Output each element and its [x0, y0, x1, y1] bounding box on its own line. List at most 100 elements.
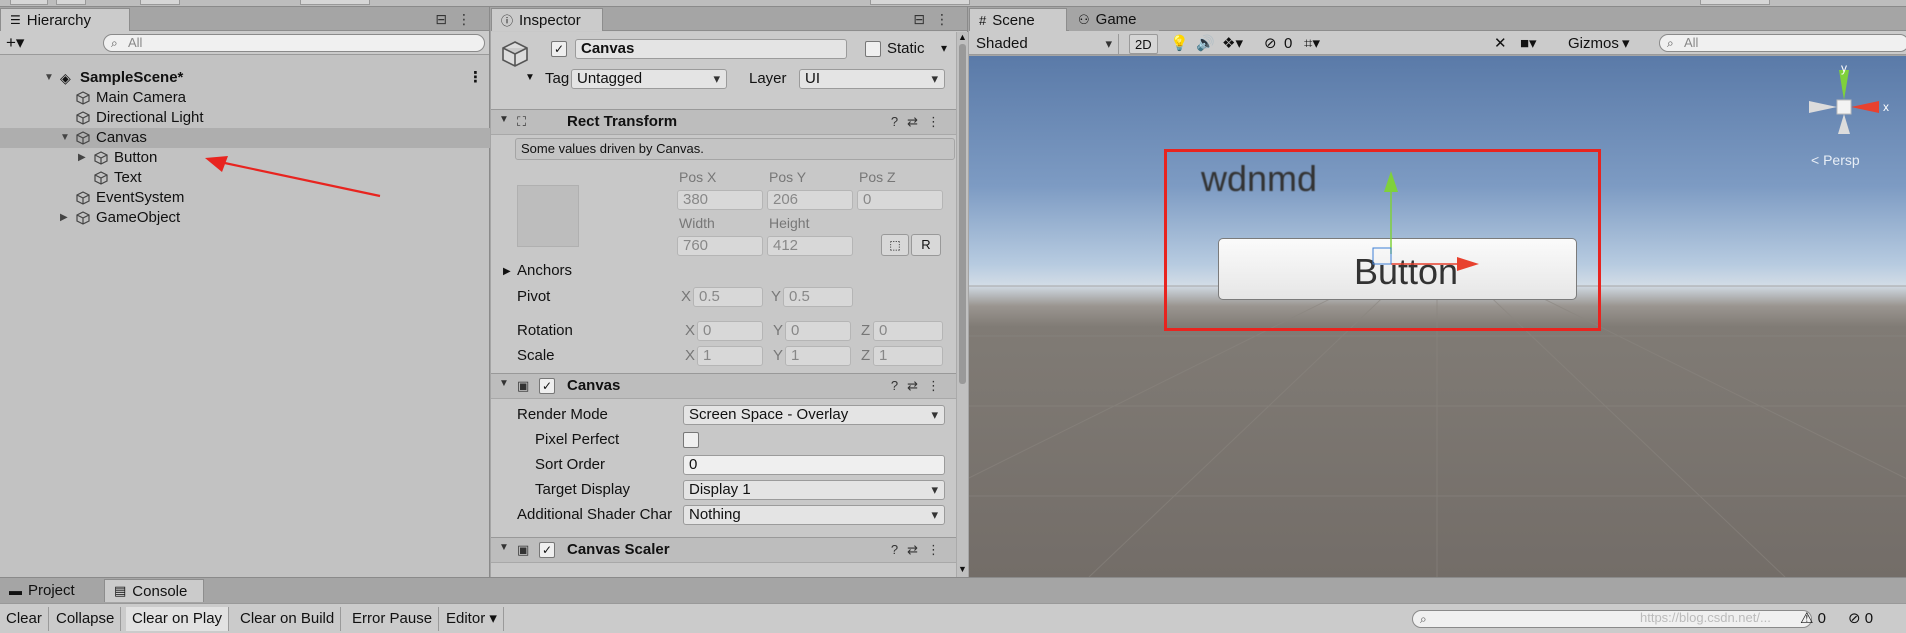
clear-button[interactable]: Clear — [0, 607, 49, 631]
foldout-arrow-icon[interactable]: ▼ — [499, 114, 509, 125]
tree-row-label: Directional Light — [96, 109, 204, 126]
gizmos-dropdown-icon[interactable]: ▾ — [1617, 34, 1635, 54]
expand-arrow-icon[interactable]: ▼ — [44, 68, 54, 88]
rotation-y-field[interactable]: 0 — [785, 321, 851, 341]
render-mode-dropdown[interactable]: Screen Space - Overlay — [683, 405, 945, 425]
tree-row-canvas[interactable]: ▼ Canvas — [0, 128, 490, 148]
toolbar-button[interactable] — [56, 0, 86, 5]
scroll-up-icon[interactable]: ▲ — [958, 32, 967, 42]
scroll-down-icon[interactable]: ▼ — [958, 564, 967, 574]
tools-icon[interactable]: ✕ — [1489, 34, 1512, 54]
warning-count-value: 0 — [1817, 610, 1826, 627]
foldout-arrow-icon[interactable]: ▼ — [499, 378, 509, 389]
scene-viewport[interactable]: wdnmd Button y x < Persp — [969, 56, 1906, 577]
clear-on-play-button[interactable]: Clear on Play — [126, 607, 230, 631]
camera-icon[interactable]: ■▾ — [1515, 34, 1542, 54]
tab-console[interactable]: ▤ Console — [104, 579, 204, 602]
scale-y-field[interactable]: 1 — [785, 346, 851, 366]
component-menu-icons[interactable]: ?⇄⋮ — [891, 542, 949, 558]
raw-edit-button[interactable]: R — [911, 234, 941, 256]
canvas-component-header[interactable]: ▼ ▣ ✓ Canvas ?⇄⋮ — [491, 373, 961, 399]
rotation-x-field[interactable]: 0 — [697, 321, 763, 341]
target-display-dropdown[interactable]: Display 1 — [683, 480, 945, 500]
collapse-button[interactable]: Collapse — [50, 607, 122, 631]
scene-search-input[interactable]: ⌕ All — [1659, 34, 1906, 52]
sort-order-field[interactable]: 0 — [683, 455, 945, 475]
add-object-button[interactable]: +▾ — [6, 33, 24, 53]
blueprint-mode-icon[interactable]: ⬚ — [881, 234, 909, 256]
shader-channels-dropdown[interactable]: Nothing — [683, 505, 945, 525]
tree-row-directional-light[interactable]: Directional Light — [0, 108, 490, 128]
anchors-foldout-icon[interactable]: ▶ — [503, 266, 511, 277]
inspector-scrollbar[interactable]: ▲ ▼ — [956, 32, 968, 577]
audio-icon[interactable]: 🔊 — [1191, 34, 1220, 54]
effects-icon[interactable]: ❖▾ — [1217, 34, 1248, 54]
height-field[interactable]: 412 — [767, 236, 853, 256]
toolbar-button[interactable] — [300, 0, 370, 5]
toolbar-button[interactable] — [140, 0, 180, 5]
tree-row-scene[interactable]: ▼ ◈ SampleScene* ⋮ — [0, 68, 490, 88]
layer-dropdown[interactable]: UI — [799, 69, 945, 89]
active-checkbox[interactable]: ✓ — [551, 41, 567, 57]
inspector-tabbar: ⓘ Inspector ⊟⋮ — [491, 7, 967, 31]
foldout-arrow-icon[interactable]: ▼ — [499, 542, 509, 553]
tag-dropdown[interactable]: Untagged — [571, 69, 727, 89]
rotation-z-field[interactable]: 0 — [873, 321, 943, 341]
tab-hierarchy[interactable]: ☰ Hierarchy — [0, 8, 130, 31]
posy-field[interactable]: 206 — [767, 190, 853, 210]
object-name-field[interactable]: Canvas — [575, 39, 847, 59]
pixel-perfect-checkbox[interactable] — [683, 432, 699, 448]
move-gizmo[interactable] — [1369, 166, 1489, 276]
collapse-arrow-icon[interactable]: ▶ — [60, 208, 68, 228]
posx-field[interactable]: 380 — [677, 190, 763, 210]
panel-menu-icons[interactable]: ⊟⋮ — [913, 11, 959, 28]
static-dropdown-icon[interactable]: ▾ — [941, 41, 947, 55]
error-pause-button[interactable]: Error Pause — [346, 607, 440, 631]
toggle-2d-button[interactable]: 2D — [1129, 34, 1158, 54]
editor-dropdown[interactable]: Editor ▾ — [440, 607, 504, 631]
scrollbar-thumb[interactable] — [959, 44, 966, 384]
toolbar-button[interactable] — [870, 0, 970, 5]
panel-menu-icons[interactable]: ⊟⋮ — [435, 11, 481, 28]
tab-game[interactable]: ⚇ Game — [1069, 8, 1159, 31]
kebab-menu-icon[interactable]: ⋮ — [468, 68, 483, 88]
canvas-scaler-enabled-checkbox[interactable]: ✓ — [539, 542, 555, 558]
tree-row-main-camera[interactable]: Main Camera — [0, 88, 490, 108]
error-count[interactable]: ⊘ 0 — [1848, 607, 1873, 631]
shading-mode-dropdown[interactable]: Shaded — [971, 34, 1119, 54]
target-display-label: Target Display — [535, 481, 631, 498]
width-field[interactable]: 760 — [677, 236, 763, 256]
grid-snap-icon[interactable]: ⌗▾ — [1299, 34, 1325, 54]
rect-transform-header[interactable]: ▼ ⛶ Rect Transform ?⇄⋮ — [491, 109, 961, 135]
scale-z-field[interactable]: 1 — [873, 346, 943, 366]
ui-text-element[interactable]: wdnmd — [1201, 158, 1317, 200]
hierarchy-search-input[interactable]: ⌕ All — [103, 34, 485, 52]
static-checkbox[interactable] — [865, 41, 881, 57]
icon-dropdown-icon[interactable]: ▼ — [525, 72, 535, 83]
expand-arrow-icon[interactable]: ▼ — [60, 128, 70, 148]
axis-y-label: Y — [771, 288, 782, 305]
canvas-scaler-header[interactable]: ▼ ▣ ✓ Canvas Scaler ?⇄⋮ — [491, 537, 961, 563]
tab-scene[interactable]: # Scene — [969, 8, 1067, 31]
orientation-gizmo[interactable]: y x — [1799, 62, 1899, 152]
lighting-icon[interactable]: 💡 — [1165, 34, 1194, 54]
gizmos-label[interactable]: Gizmos — [1563, 34, 1624, 54]
axis-z-label: Z — [861, 322, 871, 339]
tab-inspector[interactable]: ⓘ Inspector — [491, 8, 603, 31]
clear-on-build-button[interactable]: Clear on Build — [234, 607, 342, 631]
tree-row-gameobject[interactable]: ▶ GameObject — [0, 208, 490, 228]
pivot-x-field[interactable]: 0.5 — [693, 287, 763, 307]
component-menu-icons[interactable]: ?⇄⋮ — [891, 378, 949, 394]
toolbar-button[interactable] — [1700, 0, 1770, 5]
collapse-arrow-icon[interactable]: ▶ — [78, 148, 86, 168]
scale-x-field[interactable]: 1 — [697, 346, 763, 366]
posz-field[interactable]: 0 — [857, 190, 943, 210]
canvas-enabled-checkbox[interactable]: ✓ — [539, 378, 555, 394]
pivot-y-field[interactable]: 0.5 — [783, 287, 853, 307]
toolbar-button[interactable] — [10, 0, 48, 5]
component-menu-icons[interactable]: ?⇄⋮ — [891, 114, 949, 130]
warning-count[interactable]: ⚠ 0 — [1800, 607, 1826, 631]
anchor-preset-box[interactable] — [517, 185, 579, 247]
persp-label[interactable]: < Persp — [1811, 152, 1860, 168]
tab-project[interactable]: ▬ Project — [0, 579, 100, 602]
